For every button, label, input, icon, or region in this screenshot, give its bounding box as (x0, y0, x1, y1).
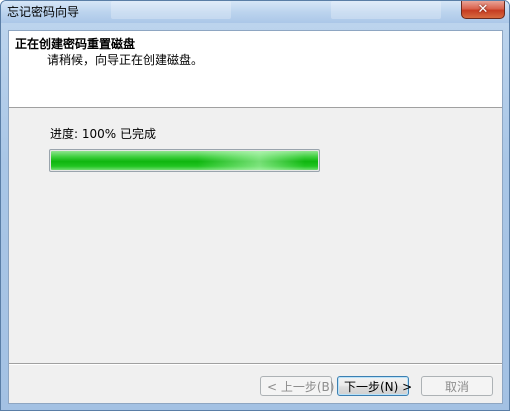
close-icon: ✕ (477, 2, 489, 17)
wizard-window: 忘记密码向导 ✕ 正在创建密码重置磁盘 请稍候，向导正在创建磁盘。 进度: 10… (0, 0, 510, 411)
header-title: 正在创建密码重置磁盘 (15, 37, 136, 51)
progress-fill (51, 151, 318, 170)
title-bar-reflection (331, 1, 441, 19)
footer-divider (9, 363, 502, 365)
title-bar[interactable]: 忘记密码向导 ✕ (1, 1, 509, 23)
close-button[interactable]: ✕ (461, 1, 505, 19)
progress-bar (49, 149, 320, 172)
next-button[interactable]: 下一步(N) > (337, 376, 412, 396)
back-button[interactable]: < 上一步(B) (260, 376, 334, 396)
window-title: 忘记密码向导 (7, 5, 80, 19)
header-subtitle: 请稍候，向导正在创建磁盘。 (47, 53, 204, 67)
wizard-header: 正在创建密码重置磁盘 请稍候，向导正在创建磁盘。 (9, 31, 502, 108)
progress-label: 进度: 100% 已完成 (50, 127, 156, 141)
wizard-client-area: 正在创建密码重置磁盘 请稍候，向导正在创建磁盘。 进度: 100% 已完成 < … (8, 30, 503, 404)
cancel-button[interactable]: 取消 (421, 376, 493, 396)
title-bar-reflection (111, 1, 231, 19)
